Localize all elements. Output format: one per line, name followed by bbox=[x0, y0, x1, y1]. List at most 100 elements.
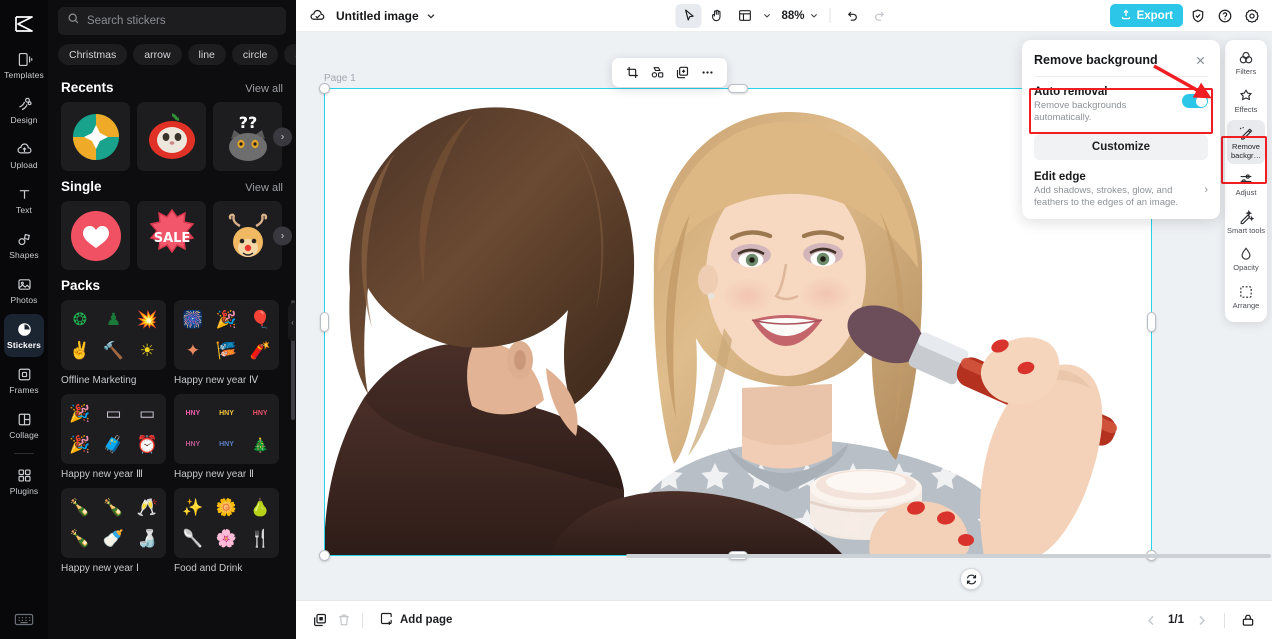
redo-button[interactable] bbox=[867, 4, 893, 28]
sticker-item[interactable] bbox=[61, 201, 130, 270]
zoom-level[interactable]: 88% bbox=[781, 10, 804, 22]
pack-item[interactable]: HNY HNY HNY HNY HNY 🎄 Happy new year Ⅱ bbox=[174, 394, 279, 480]
section-header-packs: Packs bbox=[48, 278, 296, 293]
tag-circle[interactable]: circle bbox=[231, 44, 279, 65]
export-button[interactable]: Export bbox=[1109, 4, 1183, 27]
frame-options-caret[interactable] bbox=[759, 5, 774, 27]
search-icon bbox=[67, 12, 80, 30]
undo-button[interactable] bbox=[839, 4, 865, 28]
pack-glyph: 🎉 bbox=[69, 404, 91, 423]
right-rail-item-opacity[interactable]: Opacity bbox=[1227, 241, 1265, 277]
tag-arrow[interactable]: arrow bbox=[133, 44, 182, 65]
add-page-icon bbox=[379, 611, 394, 629]
document-title[interactable]: Untitled image bbox=[336, 9, 419, 23]
top-right-actions: Export bbox=[1109, 4, 1264, 28]
rotate-handle[interactable] bbox=[960, 568, 982, 590]
more-options-icon[interactable] bbox=[697, 63, 717, 83]
remove-background-popup: Remove background Auto removal Remove ba… bbox=[1022, 40, 1220, 219]
right-rail-label: Remove backgr… bbox=[1230, 142, 1261, 160]
trash-icon[interactable] bbox=[332, 608, 356, 632]
auto-removal-toggle[interactable] bbox=[1182, 94, 1208, 108]
sticker-item[interactable] bbox=[137, 102, 206, 171]
pack-glyph: 🥄 bbox=[182, 529, 204, 548]
single-row: SALE › bbox=[48, 201, 296, 270]
auto-removal-row[interactable]: Auto removal Remove backgrounds automati… bbox=[1022, 77, 1220, 134]
duplicate-page-icon[interactable] bbox=[308, 608, 332, 632]
pack-item[interactable]: ✨ 🌼 🍐 🥄 🌸 🍴 Food and Drink bbox=[174, 488, 279, 574]
resize-handle-top-left[interactable] bbox=[319, 83, 330, 94]
chevron-down-icon[interactable] bbox=[426, 11, 436, 21]
crop-icon[interactable] bbox=[622, 63, 642, 83]
lock-icon[interactable] bbox=[1236, 608, 1260, 632]
sidebar-item-photos[interactable]: Photos bbox=[4, 269, 44, 312]
canvas-horizontal-scrollbar[interactable] bbox=[626, 554, 1271, 558]
chevron-right-icon[interactable]: › bbox=[273, 127, 292, 146]
capcut-logo[interactable] bbox=[8, 8, 40, 40]
sticker-item[interactable]: SALE bbox=[137, 201, 206, 270]
sidebar-item-shapes[interactable]: Shapes bbox=[4, 224, 44, 267]
cloud-saved-icon bbox=[306, 5, 328, 27]
pack-item[interactable]: 🎆 🎉 🎈 ✦ 🎏 🧨 Happy new year Ⅳ bbox=[174, 300, 279, 386]
help-circle-icon[interactable] bbox=[1213, 4, 1237, 28]
sidebar-item-label: Templates bbox=[4, 70, 44, 80]
zoom-options-caret[interactable] bbox=[807, 5, 822, 27]
search-placeholder: Search stickers bbox=[87, 15, 166, 27]
sidebar-item-label: Collage bbox=[9, 430, 39, 440]
sidebar-item-design[interactable]: Design bbox=[4, 89, 44, 132]
sticker-item[interactable] bbox=[213, 201, 282, 270]
panel-collapse-handle[interactable]: ‹ bbox=[288, 303, 296, 341]
sidebar-item-frames[interactable]: Frames bbox=[4, 359, 44, 402]
duplicate-icon[interactable] bbox=[672, 63, 692, 83]
section-header-recents: Recents View all bbox=[48, 80, 296, 95]
right-rail-item-arrange[interactable]: Arrange bbox=[1227, 279, 1265, 315]
pack-item[interactable]: ❂ ♟ 💥 ✌ 🔨 ☀ Offline Marketing bbox=[61, 300, 166, 386]
resize-handle-right[interactable] bbox=[1147, 312, 1156, 332]
edit-edge-row[interactable]: Edit edge Add shadows, strokes, glow, an… bbox=[1022, 160, 1220, 213]
mask-shape-icon[interactable] bbox=[647, 63, 667, 83]
sticker-item[interactable]: ?? bbox=[213, 102, 282, 171]
section-title: Single bbox=[61, 179, 102, 194]
sidebar-item-collage[interactable]: Collage bbox=[4, 404, 44, 447]
resize-handle-bottom-left[interactable] bbox=[319, 550, 330, 561]
sidebar-item-plugins[interactable]: Plugins bbox=[4, 460, 44, 503]
right-rail: Filters Effects Remove backgr… Adjust Sm… bbox=[1221, 40, 1267, 322]
right-rail-item-effects[interactable]: Effects bbox=[1227, 83, 1265, 119]
sidebar-item-text[interactable]: Text bbox=[4, 179, 44, 222]
right-rail-item-remove-background[interactable]: Remove backgr… bbox=[1227, 120, 1265, 164]
editor-main: Untitled image 88% Export Page 1 Filters… bbox=[296, 0, 1272, 639]
frame-tool[interactable] bbox=[731, 4, 757, 28]
resize-handle-left[interactable] bbox=[320, 312, 329, 332]
add-page-button[interactable]: Add page bbox=[379, 611, 452, 629]
toggle-knob bbox=[1195, 95, 1207, 107]
shield-check-icon[interactable] bbox=[1186, 4, 1210, 28]
sticker-item[interactable] bbox=[61, 102, 130, 171]
sidebar-item-templates[interactable]: Templates bbox=[4, 44, 44, 87]
tag-square[interactable]: sq bbox=[284, 44, 296, 65]
tag-list: Christmas arrow line circle sq bbox=[48, 35, 296, 69]
right-rail-item-adjust[interactable]: Adjust bbox=[1227, 166, 1265, 202]
select-tool[interactable] bbox=[675, 3, 702, 28]
right-rail-label: Effects bbox=[1234, 104, 1258, 114]
chevron-right-icon[interactable] bbox=[1189, 608, 1213, 632]
stickers-scroll-area[interactable]: Recents View all ?? › Single View all SA… bbox=[48, 72, 296, 639]
hand-tool[interactable] bbox=[703, 4, 729, 28]
sidebar-item-stickers[interactable]: Stickers bbox=[4, 314, 44, 357]
chevron-right-icon[interactable]: › bbox=[1204, 184, 1208, 196]
chevron-right-icon[interactable]: › bbox=[273, 226, 292, 245]
right-rail-item-smart-tools[interactable]: Smart tools bbox=[1227, 204, 1265, 240]
pack-item[interactable]: 🍾 🍾 🥂 🍾 🍼 🍶 Happy new year Ⅰ bbox=[61, 488, 166, 574]
tag-christmas[interactable]: Christmas bbox=[58, 44, 128, 65]
resize-handle-top[interactable] bbox=[728, 84, 748, 93]
tag-line[interactable]: line bbox=[187, 44, 226, 65]
view-all-recents[interactable]: View all bbox=[245, 83, 283, 95]
chevron-left-icon[interactable] bbox=[1139, 608, 1163, 632]
close-icon[interactable] bbox=[1192, 52, 1208, 68]
gear-icon[interactable] bbox=[1240, 4, 1264, 28]
right-rail-item-filters[interactable]: Filters bbox=[1227, 45, 1265, 81]
search-input[interactable]: Search stickers bbox=[58, 7, 286, 35]
sidebar-item-upload[interactable]: Upload bbox=[4, 134, 44, 177]
view-all-single[interactable]: View all bbox=[245, 182, 283, 194]
customize-button[interactable]: Customize bbox=[1034, 134, 1208, 160]
keyboard-shortcuts-icon[interactable] bbox=[10, 607, 38, 631]
pack-item[interactable]: 🎉 ▭ ▭ 🎉 🧳 ⏰ Happy new year Ⅲ bbox=[61, 394, 166, 480]
